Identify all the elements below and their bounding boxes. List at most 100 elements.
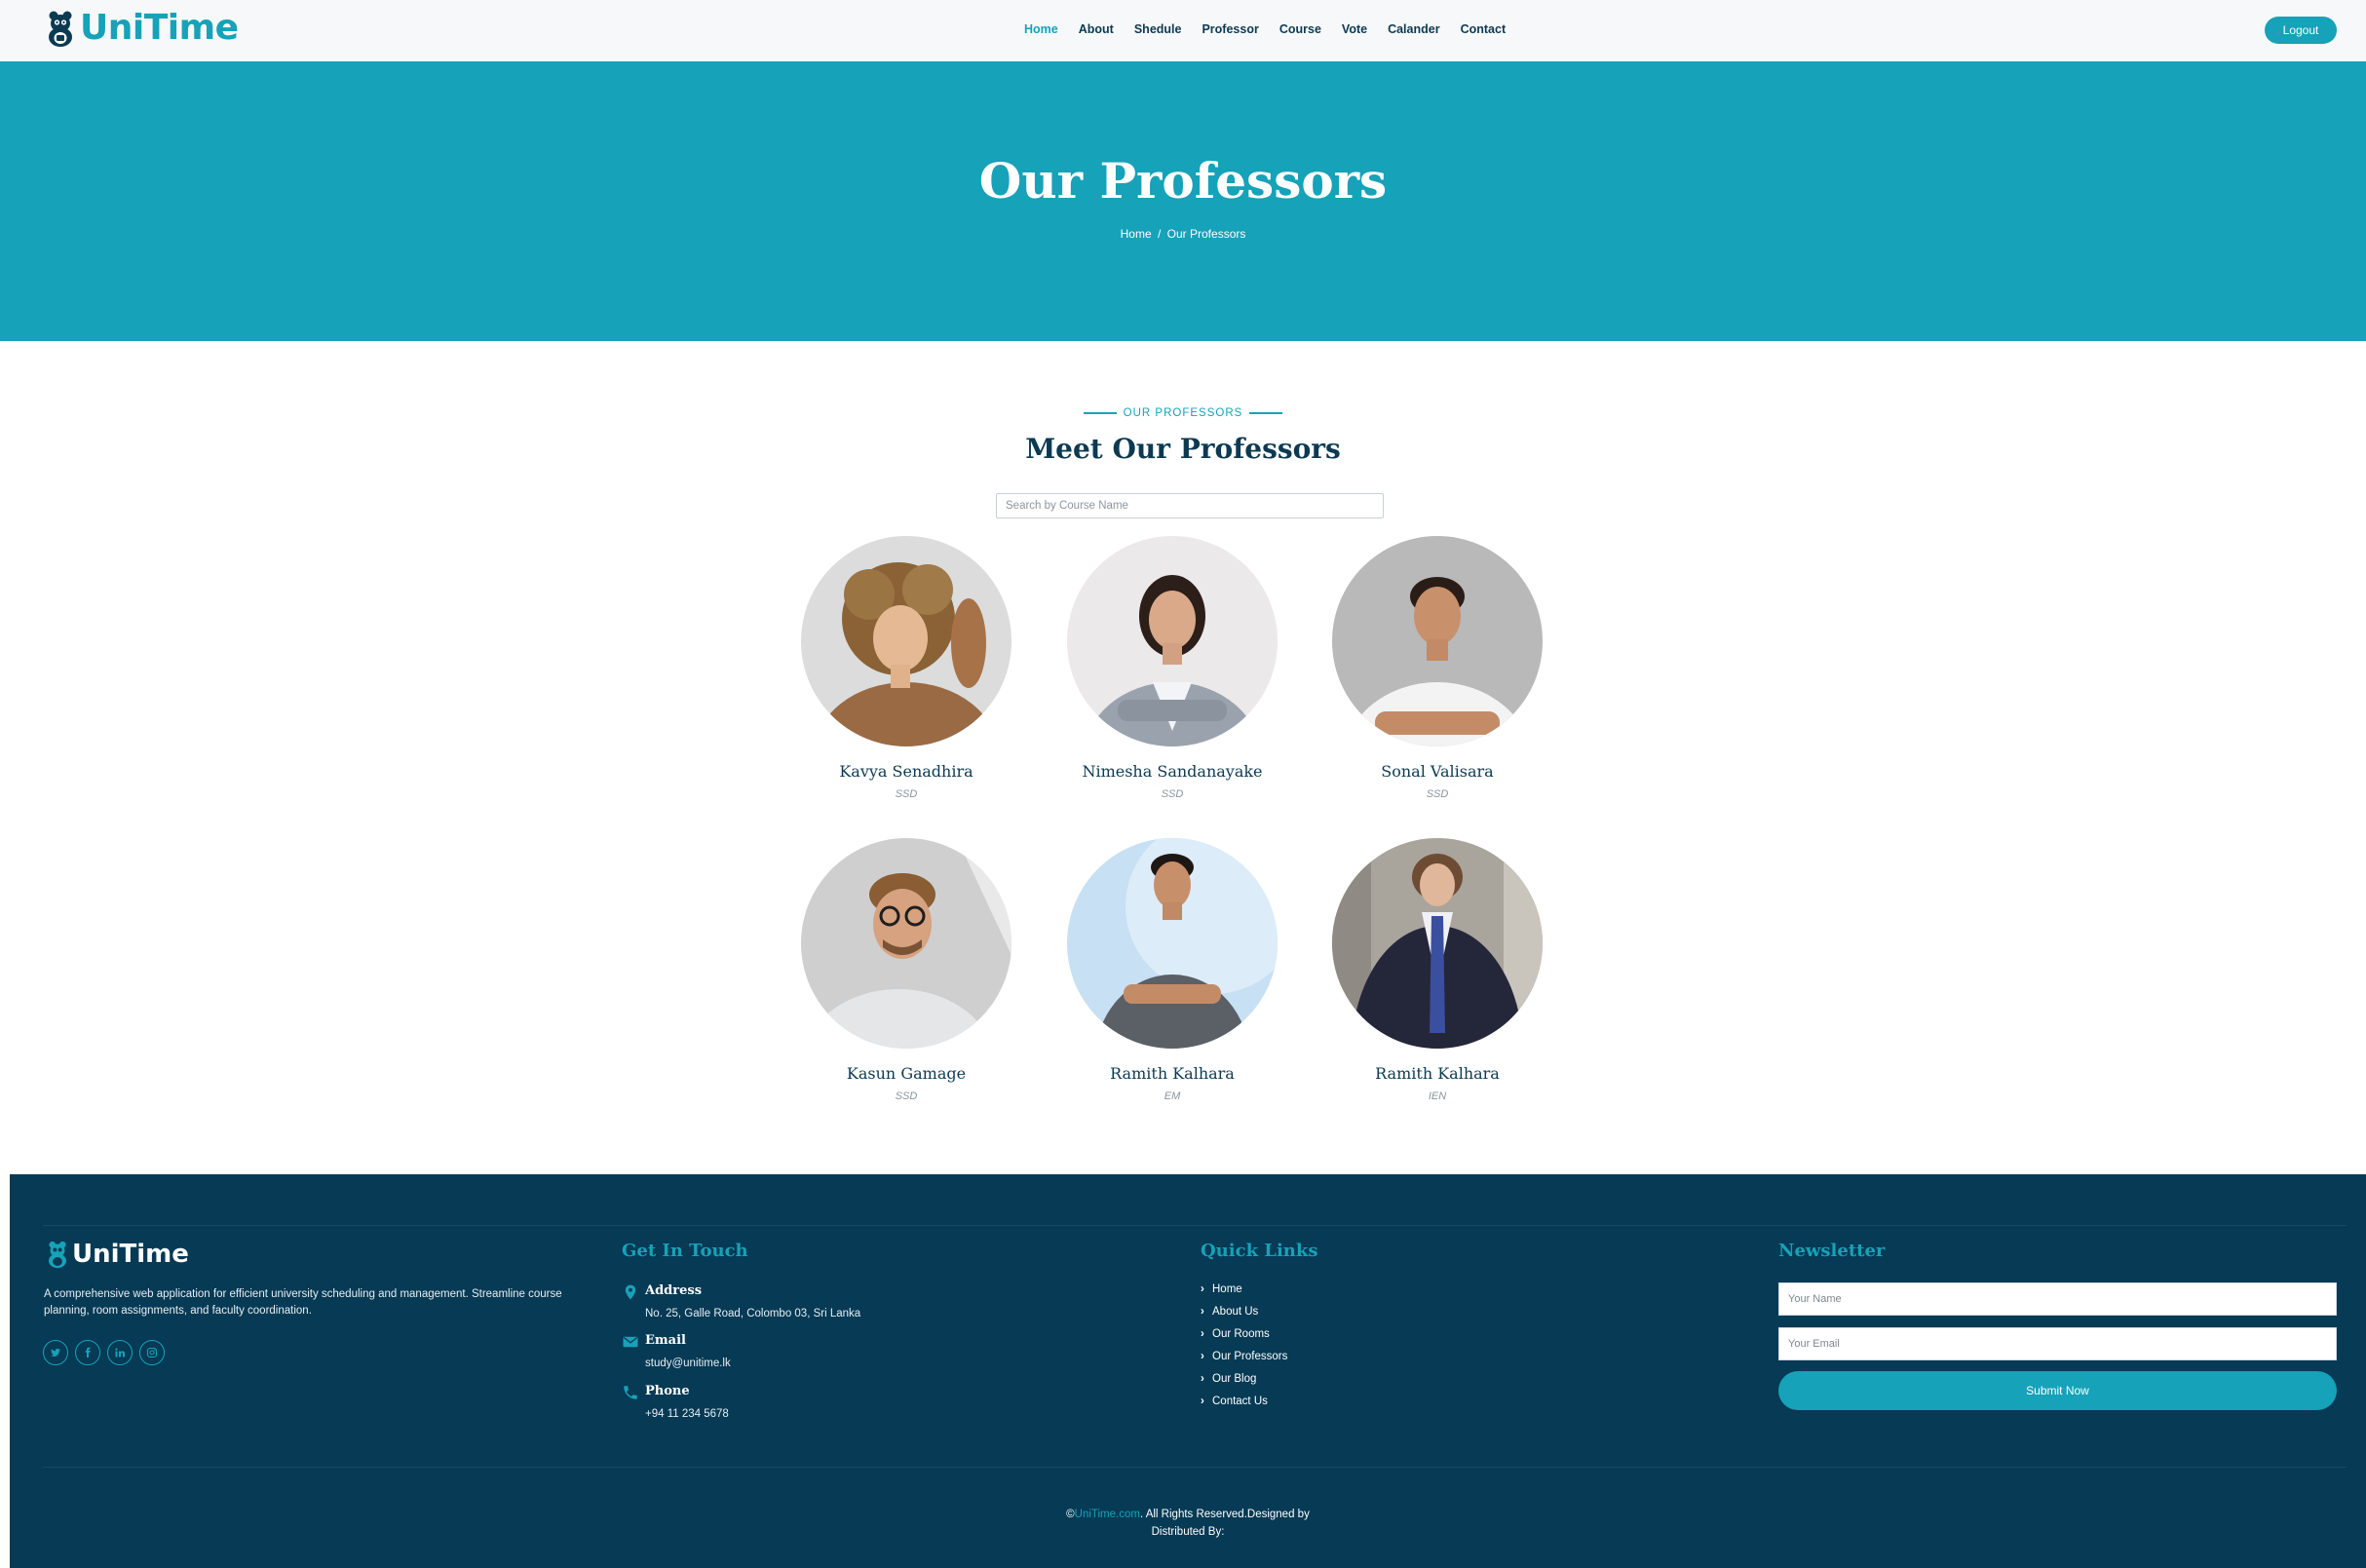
breadcrumb: Home / Our Professors — [0, 227, 2366, 241]
nav-item-shedule[interactable]: Shedule — [1134, 22, 1182, 36]
nav-item-calander[interactable]: Calander — [1388, 22, 1440, 36]
chevron-right-icon: › — [1201, 1328, 1204, 1340]
professor-name: Sonal Valisara — [1381, 762, 1494, 781]
section-eyebrow: OUR PROFESSORS — [0, 407, 2366, 419]
professor-photo — [1067, 838, 1278, 1049]
chevron-right-icon: › — [1201, 1306, 1204, 1318]
eyebrow-line-left — [1083, 411, 1117, 414]
professor-course: EM — [1164, 1090, 1181, 1102]
footer-bottom-divider — [43, 1467, 2347, 1468]
professor-photo — [1332, 838, 1543, 1049]
professor-photo — [801, 838, 1011, 1049]
professor-course: SSD — [1161, 788, 1184, 800]
professor-card[interactable]: Kasun Gamage SSD — [760, 838, 1052, 1102]
footer-description: A comprehensive web application for effi… — [44, 1288, 562, 1317]
brand-name: UniTime — [80, 8, 239, 48]
copyright-distributed: Distributed By: — [1151, 1526, 1225, 1538]
professor-course: IEN — [1428, 1090, 1447, 1102]
quick-link-our-professors[interactable]: › Our Professors — [1201, 1351, 1287, 1373]
quick-link-about-us[interactable]: › About Us — [1201, 1306, 1287, 1328]
copyright-text: ©UniTime.com. All Rights Reserved.Design… — [10, 1506, 2366, 1541]
breadcrumb-current: Our Professors — [1166, 227, 1246, 241]
nav-item-course[interactable]: Course — [1279, 22, 1321, 36]
quick-link-our-rooms[interactable]: › Our Rooms — [1201, 1328, 1287, 1351]
nav-item-home[interactable]: Home — [1024, 22, 1058, 36]
nav-item-vote[interactable]: Vote — [1342, 22, 1367, 36]
professor-card[interactable]: Nimesha Sandanayake SSD — [1026, 536, 1318, 800]
logout-button[interactable]: Logout — [2265, 17, 2337, 44]
chevron-right-icon: › — [1201, 1396, 1204, 1407]
course-search-input[interactable] — [996, 493, 1384, 518]
brand-logo[interactable]: UniTime — [47, 8, 239, 48]
chevron-right-icon: › — [1201, 1283, 1204, 1295]
nav-item-contact[interactable]: Contact — [1461, 22, 1507, 36]
quick-link-our-blog[interactable]: › Our Blog — [1201, 1373, 1287, 1396]
professor-course: SSD — [895, 788, 918, 800]
section-title: Meet Our Professors — [1025, 433, 1341, 465]
quick-link-home[interactable]: › Home — [1201, 1283, 1287, 1306]
professor-course: SSD — [895, 1090, 918, 1102]
site-footer: UniTime A comprehensive web application … — [10, 1174, 2366, 1568]
breadcrumb-separator: / — [1157, 227, 1162, 241]
twitter-icon[interactable] — [43, 1340, 68, 1365]
professor-card[interactable]: Ramith Kalhara IEN — [1291, 838, 1584, 1102]
linkedin-icon[interactable] — [107, 1340, 133, 1365]
eyebrow-line-right — [1249, 411, 1283, 414]
professor-name: Kavya Senadhira — [839, 762, 973, 781]
quick-link-contact-us[interactable]: › Contact Us — [1201, 1396, 1287, 1418]
chevron-right-icon: › — [1201, 1373, 1204, 1385]
phone-value[interactable]: +94 11 234 5678 — [645, 1408, 729, 1420]
quick-link-label: Our Professors — [1212, 1351, 1288, 1362]
breadcrumb-home-link[interactable]: Home — [1121, 227, 1152, 241]
address-value: No. 25, Galle Road, Colombo 03, Sri Lank… — [645, 1308, 861, 1319]
quick-link-label: Our Rooms — [1212, 1328, 1270, 1340]
eyebrow-text: OUR PROFESSORS — [1123, 407, 1243, 419]
copyright-suffix: . All Rights Reserved.Designed by — [1139, 1509, 1310, 1520]
footer-top-divider — [43, 1225, 2347, 1226]
quick-link-label: About Us — [1212, 1306, 1259, 1318]
quick-links-list: › Home › About Us › Our Rooms › Our Professo… — [1201, 1283, 1287, 1418]
newsletter-heading: Newsletter — [1778, 1241, 1886, 1261]
email-label: Email — [645, 1333, 686, 1348]
mascot-logo-icon — [49, 11, 72, 47]
facebook-icon[interactable] — [75, 1340, 100, 1365]
copyright-site-link[interactable]: UniTime.com — [1075, 1509, 1140, 1520]
professor-name: Kasun Gamage — [846, 1064, 967, 1083]
contact-heading: Get In Touch — [622, 1241, 748, 1261]
professor-name: Ramith Kalhara — [1375, 1064, 1500, 1083]
professor-card[interactable]: Sonal Valisara SSD — [1291, 536, 1584, 800]
newsletter-submit-button[interactable]: Submit Now — [1778, 1371, 2337, 1410]
email-value[interactable]: study@unitime.lk — [645, 1358, 731, 1369]
nav-item-about[interactable]: About — [1079, 22, 1114, 36]
professor-photo — [801, 536, 1011, 746]
professor-card[interactable]: Ramith Kalhara EM — [1026, 838, 1318, 1102]
footer-brand-logo[interactable]: UniTime — [47, 1240, 189, 1269]
envelope-icon — [623, 1336, 638, 1348]
main-menu: Home About Shedule Professor Course Vote… — [1024, 22, 1526, 36]
chevron-right-icon: › — [1201, 1351, 1204, 1362]
instagram-icon[interactable] — [139, 1340, 165, 1365]
footer-brand-name: UniTime — [72, 1240, 189, 1269]
professor-photo — [1332, 536, 1543, 746]
professor-card[interactable]: Kavya Senadhira SSD — [760, 536, 1052, 800]
phone-icon — [624, 1386, 637, 1399]
professor-photo — [1067, 536, 1278, 746]
top-navbar: UniTime Home About Shedule Professor Cou… — [0, 0, 2366, 61]
map-pin-icon — [625, 1284, 636, 1300]
quick-links-heading: Quick Links — [1201, 1241, 1318, 1261]
social-links — [43, 1340, 172, 1365]
quick-link-label: Our Blog — [1212, 1373, 1257, 1385]
professor-name: Nimesha Sandanayake — [1082, 762, 1263, 781]
quick-link-label: Home — [1212, 1283, 1242, 1295]
page-hero: Our Professors Home / Our Professors — [0, 61, 2366, 341]
copyright-symbol: © — [1066, 1509, 1075, 1520]
phone-label: Phone — [645, 1384, 690, 1398]
newsletter-name-input[interactable] — [1778, 1282, 2337, 1316]
address-label: Address — [645, 1283, 703, 1298]
newsletter-email-input[interactable] — [1778, 1327, 2337, 1360]
page-title: Our Professors — [978, 152, 1388, 210]
quick-link-label: Contact Us — [1212, 1396, 1268, 1407]
professor-name: Ramith Kalhara — [1110, 1064, 1235, 1083]
mascot-logo-icon — [49, 1241, 66, 1269]
nav-item-professor[interactable]: Professor — [1202, 22, 1258, 36]
